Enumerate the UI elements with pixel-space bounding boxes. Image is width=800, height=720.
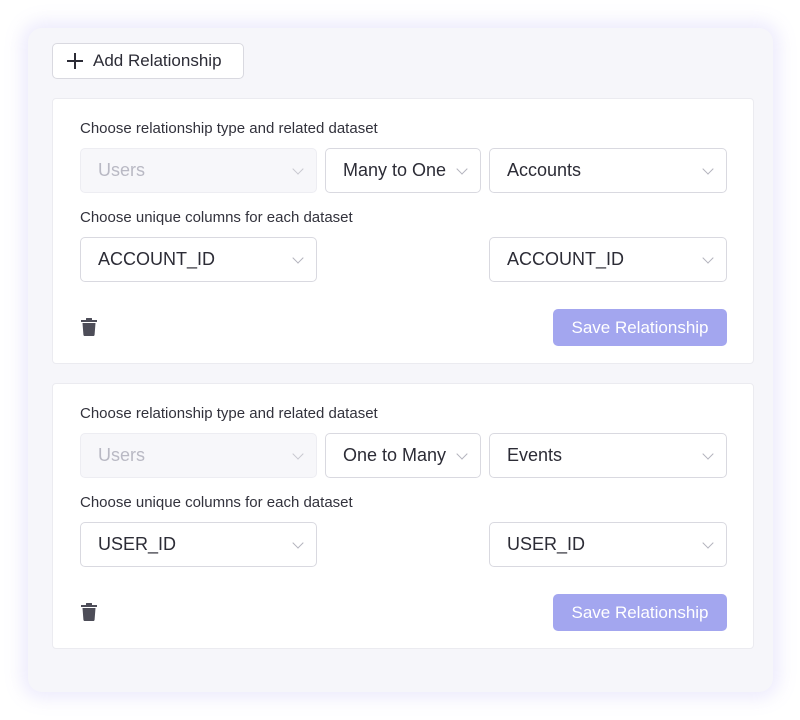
- chevron-down-icon: [292, 448, 304, 460]
- chevron-down-icon: [702, 163, 714, 175]
- source-column-select[interactable]: USER_ID: [80, 522, 317, 567]
- related-column-value: USER_ID: [507, 534, 586, 554]
- chevron-down-icon: [456, 163, 468, 175]
- source-column-value: USER_ID: [98, 534, 177, 554]
- add-relationship-button[interactable]: Add Relationship: [52, 43, 244, 79]
- chevron-down-icon: [702, 252, 714, 264]
- relationship-type-label: Choose relationship type and related dat…: [80, 120, 378, 137]
- trash-icon[interactable]: [81, 318, 97, 336]
- chevron-down-icon: [292, 163, 304, 175]
- add-relationship-label: Add Relationship: [93, 51, 222, 70]
- save-relationship-button[interactable]: Save Relationship: [553, 309, 727, 346]
- source-dataset-select: Users: [80, 433, 317, 478]
- relationship-type-select[interactable]: Many to One: [325, 148, 481, 193]
- related-dataset-value: Events: [507, 445, 563, 465]
- source-column-select[interactable]: ACCOUNT_ID: [80, 237, 317, 282]
- chevron-down-icon: [702, 448, 714, 460]
- relationship-type-value: One to Many: [343, 445, 447, 465]
- relationship-card: Choose relationship type and related dat…: [52, 98, 754, 364]
- related-column-select[interactable]: ACCOUNT_ID: [489, 237, 727, 282]
- relationship-type-label: Choose relationship type and related dat…: [80, 405, 378, 422]
- related-dataset-value: Accounts: [507, 160, 582, 180]
- related-dataset-select[interactable]: Events: [489, 433, 727, 478]
- chevron-down-icon: [456, 448, 468, 460]
- save-relationship-button[interactable]: Save Relationship: [553, 594, 727, 631]
- chevron-down-icon: [292, 537, 304, 549]
- chevron-down-icon: [292, 252, 304, 264]
- source-column-value: ACCOUNT_ID: [98, 249, 216, 269]
- relationship-card: Choose relationship type and related dat…: [52, 383, 754, 649]
- plus-icon: [67, 53, 83, 69]
- relationship-type-select[interactable]: One to Many: [325, 433, 481, 478]
- source-dataset-value: Users: [98, 160, 146, 180]
- related-column-value: ACCOUNT_ID: [507, 249, 625, 269]
- relationship-type-value: Many to One: [343, 160, 447, 180]
- source-dataset-select: Users: [80, 148, 317, 193]
- related-dataset-select[interactable]: Accounts: [489, 148, 727, 193]
- related-column-select[interactable]: USER_ID: [489, 522, 727, 567]
- unique-columns-label: Choose unique columns for each dataset: [80, 209, 353, 226]
- source-dataset-value: Users: [98, 445, 146, 465]
- chevron-down-icon: [702, 537, 714, 549]
- trash-icon[interactable]: [81, 603, 97, 621]
- unique-columns-label: Choose unique columns for each dataset: [80, 494, 353, 511]
